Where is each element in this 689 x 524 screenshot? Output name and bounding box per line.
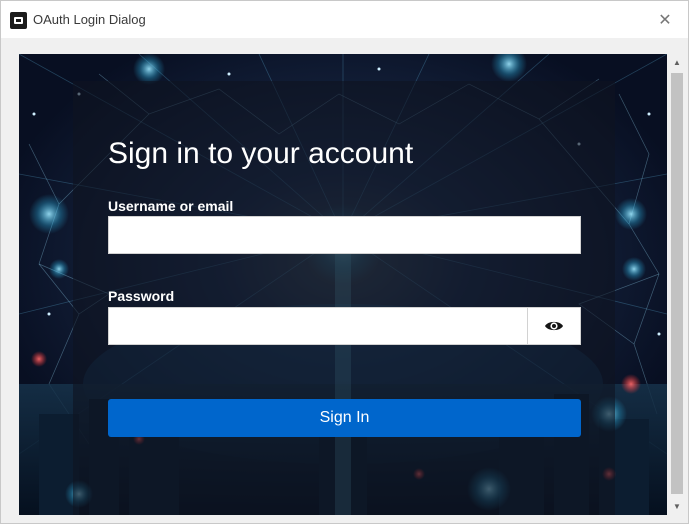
scrollbar-thumb[interactable] xyxy=(671,73,683,494)
chevron-down-icon: ▼ xyxy=(673,502,681,511)
vertical-scrollbar[interactable]: ▲ ▼ xyxy=(668,54,686,515)
dialog-content: Sign in to your account Username or emai… xyxy=(1,38,688,523)
window-title: OAuth Login Dialog xyxy=(33,12,146,27)
chevron-up-icon: ▲ xyxy=(673,58,681,67)
scroll-down-button[interactable]: ▼ xyxy=(668,498,686,515)
close-button[interactable]: ✕ xyxy=(642,1,688,38)
login-page-viewport: Sign in to your account Username or emai… xyxy=(19,54,667,515)
oauth-login-window: OAuth Login Dialog ✕ Sign in to your acc… xyxy=(0,0,689,524)
login-panel: Sign in to your account Username or emai… xyxy=(73,81,615,515)
title-bar[interactable]: OAuth Login Dialog ✕ xyxy=(1,1,688,38)
close-icon: ✕ xyxy=(658,11,672,29)
eye-icon xyxy=(545,321,563,331)
password-label: Password xyxy=(108,288,175,304)
app-icon xyxy=(10,12,27,29)
page-title: Sign in to your account xyxy=(108,137,414,170)
sign-in-button[interactable]: Sign In xyxy=(108,399,581,437)
password-input[interactable] xyxy=(108,307,527,345)
username-input[interactable] xyxy=(108,216,581,254)
scroll-up-button[interactable]: ▲ xyxy=(668,54,686,71)
username-label: Username or email xyxy=(108,198,234,214)
show-password-button[interactable] xyxy=(527,307,581,345)
